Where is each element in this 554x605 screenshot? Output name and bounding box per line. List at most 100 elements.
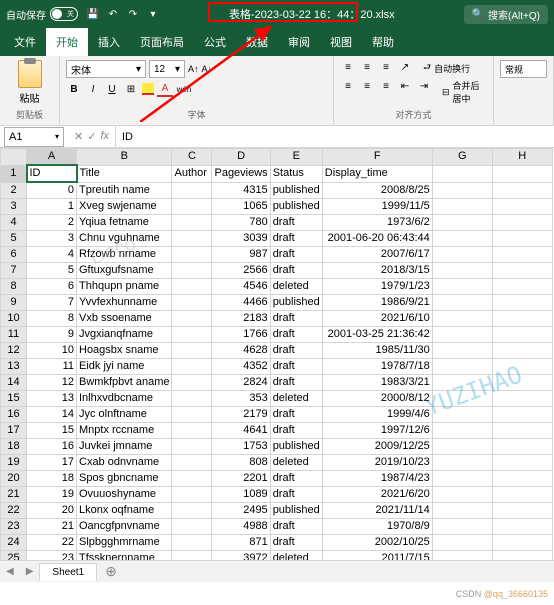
cell[interactable] [492, 215, 552, 231]
cell[interactable]: 1973/6/2 [322, 215, 432, 231]
select-all-corner[interactable] [1, 149, 27, 166]
cell[interactable]: deleted [270, 279, 322, 295]
cell[interactable] [172, 407, 212, 423]
cell[interactable] [492, 551, 552, 561]
cell[interactable]: Lkonx oqfname [77, 503, 172, 519]
cell[interactable]: published [270, 503, 322, 519]
cell[interactable] [432, 535, 492, 551]
row-header[interactable]: 14 [1, 375, 27, 391]
cell[interactable]: deleted [270, 551, 322, 561]
undo-icon[interactable]: ↶ [106, 7, 120, 21]
italic-button[interactable]: I [85, 81, 101, 97]
cell[interactable] [172, 327, 212, 343]
cell[interactable]: Tpreutih name [77, 182, 172, 199]
cell[interactable]: draft [270, 263, 322, 279]
cell[interactable]: 14 [27, 407, 77, 423]
cell[interactable]: 2001-06-20 06:43:44 [322, 231, 432, 247]
cell[interactable]: Hoagsbx sname [77, 343, 172, 359]
cell[interactable]: 2021/11/14 [322, 503, 432, 519]
cell[interactable] [172, 295, 212, 311]
cell[interactable] [172, 231, 212, 247]
sheet-nav-next-icon[interactable]: ▶ [20, 566, 40, 577]
row-header[interactable]: 12 [1, 343, 27, 359]
align-top-icon[interactable]: ≡ [340, 60, 356, 74]
cell[interactable]: 2019/10/23 [322, 455, 432, 471]
cell[interactable]: published [270, 182, 322, 199]
cell[interactable]: 4641 [212, 423, 270, 439]
cell[interactable] [492, 295, 552, 311]
cell[interactable] [172, 359, 212, 375]
cell[interactable]: 2495 [212, 503, 270, 519]
grow-font-icon[interactable]: A↑ [188, 64, 199, 74]
cell[interactable]: Vxb ssoename [77, 311, 172, 327]
cell[interactable] [492, 343, 552, 359]
align-left-icon[interactable]: ≡ [340, 79, 356, 93]
cell[interactable]: 2008/8/25 [322, 182, 432, 199]
cell[interactable] [492, 423, 552, 439]
cell[interactable]: 1985/11/30 [322, 343, 432, 359]
cell[interactable]: Slpbgghmrname [77, 535, 172, 551]
cell[interactable] [432, 551, 492, 561]
cell[interactable] [492, 311, 552, 327]
cell[interactable]: 6 [27, 279, 77, 295]
cell[interactable]: 11 [27, 359, 77, 375]
cell[interactable]: 2 [27, 215, 77, 231]
row-header[interactable]: 16 [1, 407, 27, 423]
cell[interactable]: 1987/4/23 [322, 471, 432, 487]
cell[interactable]: Xveg swjename [77, 199, 172, 215]
cell[interactable] [492, 487, 552, 503]
cell[interactable] [172, 455, 212, 471]
indent-more-icon[interactable]: ⇥ [416, 79, 432, 93]
tab-help[interactable]: 帮助 [362, 28, 404, 56]
cell[interactable] [172, 263, 212, 279]
align-right-icon[interactable]: ≡ [378, 79, 394, 93]
cell[interactable] [432, 279, 492, 295]
cell[interactable] [492, 263, 552, 279]
cell[interactable] [492, 471, 552, 487]
cell[interactable] [172, 199, 212, 215]
row-header[interactable]: 5 [1, 231, 27, 247]
row-header[interactable]: 2 [1, 182, 27, 199]
tab-view[interactable]: 视图 [320, 28, 362, 56]
cell[interactable]: Cxab odnvname [77, 455, 172, 471]
row-header[interactable]: 24 [1, 535, 27, 551]
font-color-button[interactable]: A [157, 81, 173, 97]
cell[interactable]: draft [270, 535, 322, 551]
cell[interactable]: 2011/7/15 [322, 551, 432, 561]
cell[interactable] [432, 455, 492, 471]
cell[interactable]: 4315 [212, 182, 270, 199]
cell[interactable] [492, 503, 552, 519]
cell[interactable]: 871 [212, 535, 270, 551]
cell[interactable] [172, 343, 212, 359]
row-header[interactable]: 15 [1, 391, 27, 407]
phonetic-button[interactable]: wén [176, 81, 192, 97]
tab-home[interactable]: 开始 [46, 28, 88, 56]
cell[interactable] [172, 471, 212, 487]
cell[interactable]: 4988 [212, 519, 270, 535]
cell[interactable]: 1766 [212, 327, 270, 343]
cell[interactable]: Oancgfpnvname [77, 519, 172, 535]
cell[interactable]: 808 [212, 455, 270, 471]
cell[interactable]: Spos gbncname [77, 471, 172, 487]
cell[interactable]: published [270, 439, 322, 455]
row-header[interactable]: 4 [1, 215, 27, 231]
font-name-selector[interactable]: 宋体▾ [66, 60, 146, 78]
cell[interactable] [432, 199, 492, 215]
cell[interactable]: Author [172, 165, 212, 182]
align-bottom-icon[interactable]: ≡ [378, 60, 394, 74]
cell[interactable] [432, 407, 492, 423]
tab-data[interactable]: 数据 [236, 28, 278, 56]
cell[interactable]: Bwmkfpbvt aname [77, 375, 172, 391]
cell[interactable] [432, 247, 492, 263]
cell[interactable]: draft [270, 375, 322, 391]
autosave-toggle[interactable]: 自动保存 关 [6, 7, 78, 22]
row-header[interactable]: 1 [1, 165, 27, 182]
spreadsheet-grid[interactable]: ABCDEFGH1IDTitleAuthorPageviewsStatusDis… [0, 148, 554, 560]
cell[interactable]: Mnptx rccname [77, 423, 172, 439]
cell[interactable]: 2566 [212, 263, 270, 279]
font-size-selector[interactable]: 12▾ [149, 60, 185, 78]
cell[interactable]: Jyc olnftname [77, 407, 172, 423]
column-header[interactable]: G [432, 149, 492, 166]
cell[interactable]: Status [270, 165, 322, 182]
cell[interactable]: 4 [27, 247, 77, 263]
